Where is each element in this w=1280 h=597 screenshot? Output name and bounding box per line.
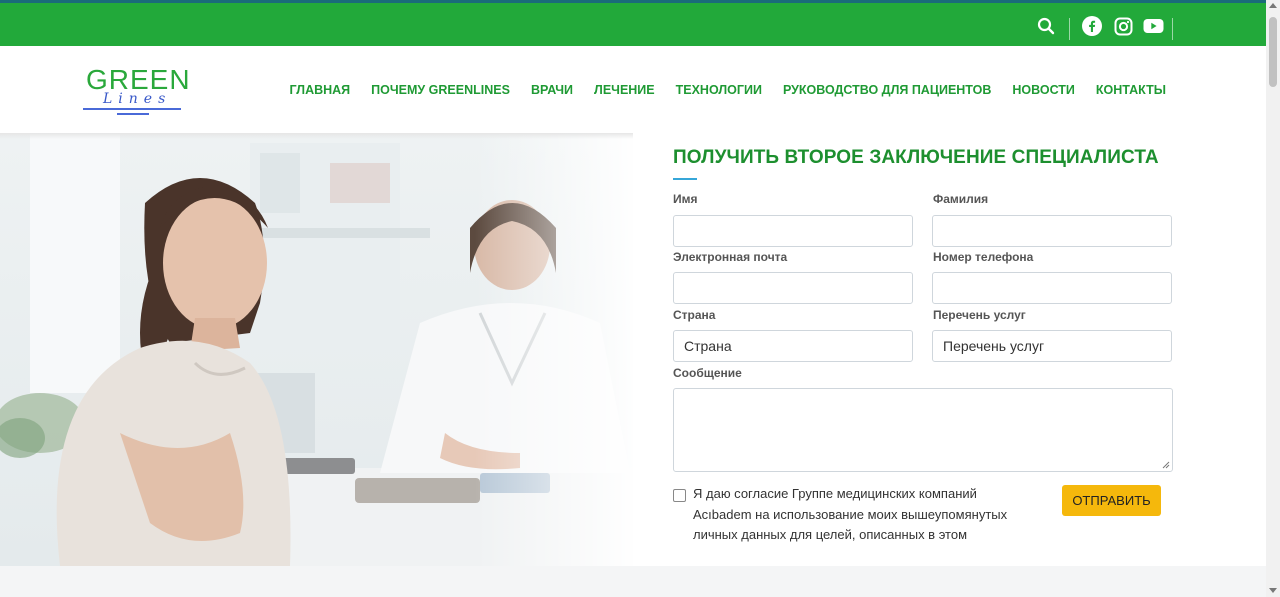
facebook-icon[interactable]	[1081, 15, 1103, 37]
page-bottom-strip	[0, 566, 1266, 597]
hero-image	[0, 133, 633, 566]
instagram-icon[interactable]	[1112, 15, 1134, 37]
nav-item-doctors[interactable]: ВРАЧИ	[531, 83, 573, 97]
message-textarea[interactable]	[673, 388, 1173, 472]
header-shadow	[0, 133, 633, 139]
search-icon[interactable]	[1035, 15, 1057, 37]
scrollbar-thumb[interactable]	[1269, 17, 1277, 87]
hero-illustration	[0, 133, 633, 566]
topbar-divider	[1172, 18, 1173, 40]
youtube-icon[interactable]	[1142, 15, 1164, 37]
last-name-input[interactable]	[932, 215, 1172, 247]
resize-grip-icon[interactable]	[1162, 461, 1170, 469]
page: GREEN Lines ГЛАВНАЯ ПОЧЕМУ GREENLINES ВР…	[0, 0, 1266, 597]
nav-item-news[interactable]: НОВОСТИ	[1012, 83, 1075, 97]
country-select[interactable]: Страна	[673, 330, 913, 362]
country-label: Страна	[673, 308, 716, 322]
message-label: Сообщение	[673, 366, 742, 380]
vertical-scrollbar[interactable]	[1266, 0, 1280, 597]
email-label: Электронная почта	[673, 250, 788, 264]
services-label: Перечень услуг	[933, 308, 1026, 322]
submit-button[interactable]: ОТПРАВИТЬ	[1062, 485, 1161, 516]
nav-item-treatment[interactable]: ЛЕЧЕНИЕ	[594, 83, 655, 97]
first-name-label: Имя	[673, 192, 698, 206]
logo-script: Lines	[103, 91, 172, 107]
nav-item-home[interactable]: ГЛАВНАЯ	[290, 83, 351, 97]
services-select[interactable]: Перечень услуг	[932, 330, 1172, 362]
title-accent-line	[673, 178, 697, 180]
scroll-up-arrow-icon[interactable]	[1269, 3, 1277, 8]
scroll-down-arrow-icon[interactable]	[1269, 588, 1277, 593]
top-bar	[0, 0, 1266, 46]
nav-item-contacts[interactable]: КОНТАКТЫ	[1096, 83, 1166, 97]
phone-input[interactable]	[932, 272, 1172, 304]
nav-item-technologies[interactable]: ТЕХНОЛОГИИ	[676, 83, 762, 97]
greenlines-logo[interactable]: GREEN Lines	[83, 64, 190, 116]
nav-item-patient-guide[interactable]: РУКОВОДСТВО ДЛЯ ПАЦИЕНТОВ	[783, 83, 991, 97]
consent-text: Я даю согласие Группе медицинских компан…	[693, 486, 1008, 542]
topbar-divider	[1069, 18, 1070, 40]
email-input[interactable]	[673, 272, 913, 304]
last-name-label: Фамилия	[933, 192, 989, 206]
first-name-input[interactable]	[673, 215, 913, 247]
consent-checkbox[interactable]	[673, 489, 686, 502]
logo-underline	[117, 113, 149, 115]
logo-underline	[83, 108, 181, 110]
site-header: GREEN Lines ГЛАВНАЯ ПОЧЕМУ GREENLINES ВР…	[0, 46, 1266, 133]
nav-item-why-greenlines[interactable]: ПОЧЕМУ GREENLINES	[371, 83, 510, 97]
form-title: ПОЛУЧИТЬ ВТОРОЕ ЗАКЛЮЧЕНИЕ СПЕЦИАЛИСТА	[673, 147, 1159, 168]
main-nav: ГЛАВНАЯ ПОЧЕМУ GREENLINES ВРАЧИ ЛЕЧЕНИЕ …	[269, 83, 1166, 97]
phone-label: Номер телефона	[933, 250, 1034, 264]
